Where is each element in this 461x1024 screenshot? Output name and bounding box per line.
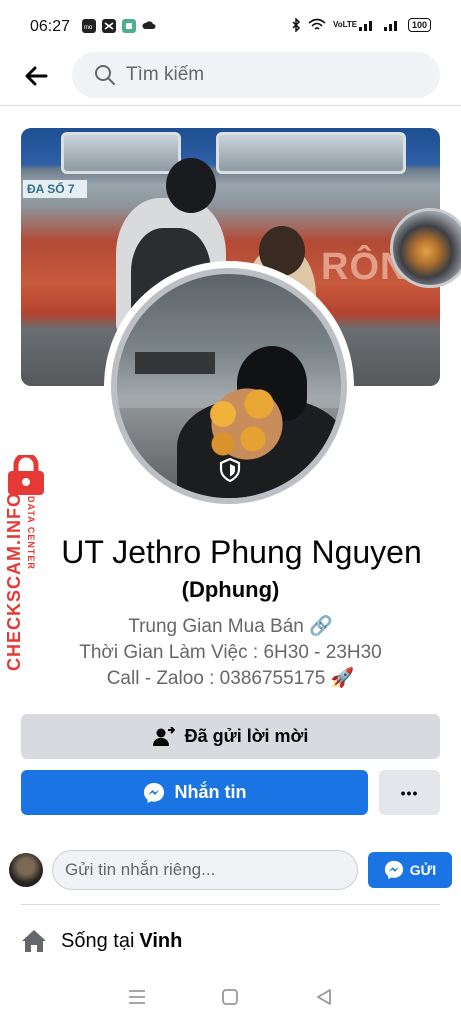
network-label: VoLTE [332, 20, 358, 29]
profile-guard-badge [216, 456, 244, 484]
status-indicators: VoLTE 100 [291, 18, 431, 32]
profile-bio: Trung Gian Mua Bán 🔗 Thời Gian Làm Việc … [0, 614, 461, 692]
avatar-boat [135, 352, 215, 374]
battery-indicator: 100 [407, 18, 431, 32]
menu-icon [128, 990, 145, 1004]
message-button-label: Nhắn tin [174, 782, 247, 802]
lives-in-prefix: Sống tại [61, 929, 135, 952]
signal-icon [358, 21, 372, 31]
bio-line: Call - Zaloo : 0386755175 🚀 [106, 668, 355, 689]
back-nav-button[interactable] [313, 986, 335, 1008]
private-message-send-button[interactable]: GỬI [368, 852, 452, 888]
divider [21, 904, 440, 905]
messenger-icon [143, 782, 165, 804]
square-icon [222, 989, 239, 1005]
story-thumbnail[interactable] [390, 208, 461, 288]
search-header [0, 50, 461, 106]
private-message-input[interactable] [65, 860, 345, 880]
friend-request-sent-button[interactable]: Đã gửi lời mời [21, 714, 440, 759]
friend-request-sent-label: Đã gửi lời mời [184, 726, 309, 746]
avatar-flowers [187, 374, 307, 474]
wifi-icon [308, 18, 326, 30]
status-app-icons: mo [82, 19, 156, 33]
private-message-box[interactable] [52, 850, 358, 890]
lives-in-city: Vinh [139, 929, 183, 952]
bio-line: Thời Gian Làm Việc : 6H30 - 23H30 [79, 642, 382, 663]
status-time: 06:27 [30, 18, 71, 35]
home-icon [21, 929, 47, 953]
triangle-back-icon [317, 989, 332, 1005]
cloud-icon [142, 21, 156, 29]
train-window [216, 132, 406, 174]
status-bar: 06:27 mo VoLTE 100 [0, 0, 461, 54]
search-input[interactable] [126, 64, 406, 86]
shield-icon [219, 457, 241, 483]
private-message-row: GỬI [0, 848, 461, 892]
private-message-send-label: GỬI [409, 862, 437, 878]
more-dots-icon: ••• [400, 784, 419, 801]
zalo-icon [122, 19, 136, 33]
more-options-button[interactable]: ••• [379, 770, 440, 815]
signal-icon-2 [383, 21, 397, 31]
profile-name: UT Jethro Phung Nguyen [61, 534, 422, 570]
back-button[interactable] [22, 62, 50, 90]
bio-line: Trung Gian Mua Bán 🔗 [128, 616, 333, 637]
arrow-left-icon [25, 66, 48, 86]
person-arrow-icon [152, 726, 175, 747]
train-window [61, 132, 181, 174]
search-icon [95, 65, 115, 85]
capcut-icon [102, 19, 116, 33]
system-nav-bar [0, 970, 461, 1024]
momo-icon: mo [82, 19, 96, 33]
lives-in-row: Sống tại Vinh [21, 926, 182, 956]
recent-apps-button[interactable] [126, 986, 148, 1008]
home-button[interactable] [219, 986, 241, 1008]
svg-text:mo: mo [84, 25, 93, 31]
search-box[interactable] [72, 52, 440, 98]
message-button[interactable]: Nhắn tin [21, 770, 368, 815]
cover-person-head [166, 158, 216, 213]
bluetooth-icon [292, 18, 301, 32]
viewer-avatar [9, 853, 43, 887]
messenger-icon [384, 860, 404, 880]
profile-alternate-name: (Dphung) [181, 577, 280, 602]
train-sign: ĐA SỐ 7 [23, 180, 87, 198]
lock-icon [8, 455, 44, 495]
